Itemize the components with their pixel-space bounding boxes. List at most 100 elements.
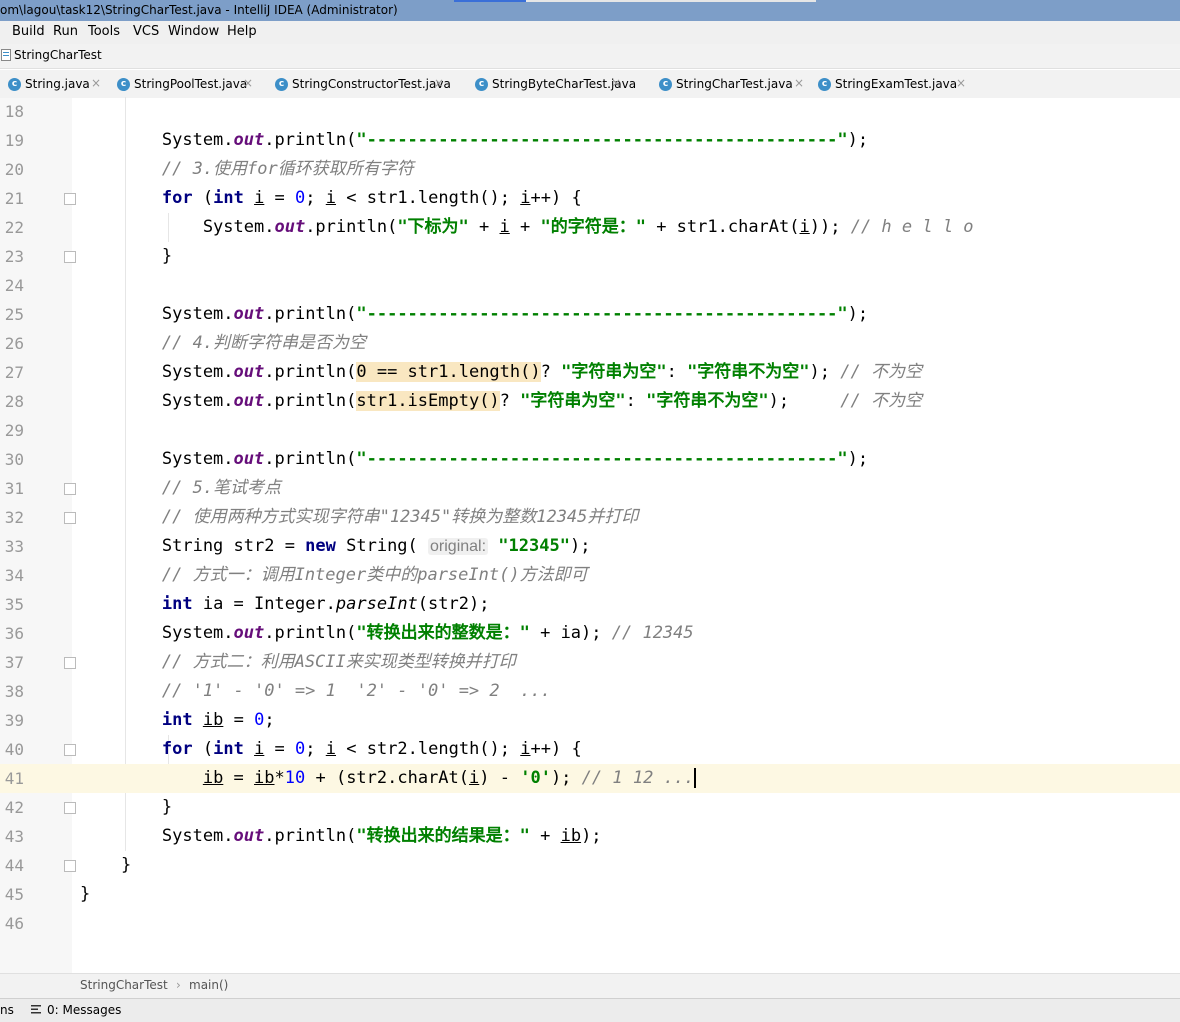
code-line[interactable]: 32 // 使用两种方式实现字符串"12345"转换为整数12345并打印 bbox=[0, 503, 1180, 532]
nav-class-label[interactable]: StringCharTest bbox=[14, 48, 102, 62]
code-line[interactable]: 28 System.out.println(str1.isEmpty()? "字… bbox=[0, 387, 1180, 416]
fold-marker-icon[interactable] bbox=[64, 657, 76, 669]
status-bar: ns 0: Messages bbox=[0, 998, 1180, 1022]
line-number[interactable]: 31 bbox=[0, 474, 24, 503]
tab-close-icon[interactable]: × bbox=[243, 76, 253, 90]
code-token: for bbox=[161, 188, 193, 208]
messages-tool-window-button[interactable]: 0: Messages bbox=[47, 1003, 121, 1017]
code-line[interactable]: 46 bbox=[0, 909, 1180, 938]
line-number[interactable]: 21 bbox=[0, 184, 24, 213]
code-text: for (int i = 0; i < str1.length(); i++) … bbox=[80, 184, 582, 213]
line-number[interactable]: 35 bbox=[0, 590, 24, 619]
menu-build[interactable]: Build bbox=[12, 24, 45, 39]
menu-tools[interactable]: Tools bbox=[88, 24, 120, 39]
code-line[interactable]: 26 // 4.判断字符串是否为空 bbox=[0, 329, 1180, 358]
line-number[interactable]: 41 bbox=[0, 764, 24, 793]
code-line[interactable]: 22 System.out.println("下标为" + i + "的字符是：… bbox=[0, 213, 1180, 242]
code-line[interactable]: 43 System.out.println("转换出来的结果是：" + ib); bbox=[0, 822, 1180, 851]
code-line[interactable]: 41 ib = ib*10 + (str2.charAt(i) - '0'); … bbox=[0, 764, 1180, 793]
fold-marker-icon[interactable] bbox=[64, 802, 76, 814]
fold-marker-icon[interactable] bbox=[64, 251, 76, 263]
line-number[interactable]: 30 bbox=[0, 445, 24, 474]
code-token: '0' bbox=[520, 768, 551, 788]
code-line[interactable]: 36 System.out.println("转换出来的整数是：" + ia);… bbox=[0, 619, 1180, 648]
code-line[interactable]: 30 System.out.println("-----------------… bbox=[0, 445, 1180, 474]
line-number[interactable]: 37 bbox=[0, 648, 24, 677]
code-line[interactable]: 34 // 方式一：调用Integer类中的parseInt()方法即可 bbox=[0, 561, 1180, 590]
code-line[interactable]: 45} bbox=[0, 880, 1180, 909]
code-token: i bbox=[254, 188, 265, 208]
menu-run[interactable]: Run bbox=[53, 24, 78, 39]
tab-close-icon[interactable]: × bbox=[611, 76, 621, 90]
line-number[interactable]: 32 bbox=[0, 503, 24, 532]
code-line[interactable]: 42 } bbox=[0, 793, 1180, 822]
tab-close-icon[interactable]: × bbox=[794, 76, 804, 90]
code-token: : bbox=[666, 362, 688, 382]
fold-marker-icon[interactable] bbox=[64, 483, 76, 495]
line-number[interactable]: 28 bbox=[0, 387, 24, 416]
line-number[interactable]: 22 bbox=[0, 213, 24, 242]
code-line[interactable]: 24 bbox=[0, 271, 1180, 300]
code-line[interactable]: 18 bbox=[0, 97, 1180, 126]
fold-marker-icon[interactable] bbox=[64, 512, 76, 524]
breadcrumb: StringCharTest › main() bbox=[0, 973, 1180, 998]
fold-marker-icon[interactable] bbox=[64, 193, 76, 205]
line-number[interactable]: 40 bbox=[0, 735, 24, 764]
code-line[interactable]: 19 System.out.println("-----------------… bbox=[0, 126, 1180, 155]
line-number[interactable]: 34 bbox=[0, 561, 24, 590]
line-number[interactable]: 26 bbox=[0, 329, 24, 358]
code-token: ); bbox=[847, 304, 869, 324]
code-token: + ia); bbox=[529, 623, 612, 643]
code-line[interactable]: 23 } bbox=[0, 242, 1180, 271]
code-line[interactable]: 35 int ia = Integer.parseInt(str2); bbox=[0, 590, 1180, 619]
code-token: String str2 = bbox=[80, 536, 306, 556]
line-number[interactable]: 19 bbox=[0, 126, 24, 155]
line-number[interactable]: 38 bbox=[0, 677, 24, 706]
menu-window[interactable]: Window bbox=[168, 24, 219, 39]
breadcrumb-class[interactable]: StringCharTest bbox=[80, 978, 168, 992]
code-line[interactable]: 38 // '1' - '0' => 1 '2' - '0' => 2 ... bbox=[0, 677, 1180, 706]
code-token: .println( bbox=[264, 362, 357, 382]
line-number[interactable]: 27 bbox=[0, 358, 24, 387]
menu-help[interactable]: Help bbox=[227, 24, 257, 39]
code-text: // '1' - '0' => 1 '2' - '0' => 2 ... bbox=[80, 677, 551, 706]
fold-marker-icon[interactable] bbox=[64, 860, 76, 872]
line-number[interactable]: 43 bbox=[0, 822, 24, 851]
code-line[interactable]: 39 int ib = 0; bbox=[0, 706, 1180, 735]
code-token: System. bbox=[80, 391, 234, 411]
fold-marker-icon[interactable] bbox=[64, 744, 76, 756]
code-line[interactable]: 31 // 5.笔试考点 bbox=[0, 474, 1180, 503]
code-editor[interactable]: 18 19 System.out.println("---------------… bbox=[0, 97, 1180, 973]
breadcrumb-method[interactable]: main() bbox=[189, 978, 228, 992]
tab-close-icon[interactable]: × bbox=[91, 76, 101, 90]
line-number[interactable]: 36 bbox=[0, 619, 24, 648]
code-line[interactable]: 25 System.out.println("-----------------… bbox=[0, 300, 1180, 329]
line-number[interactable]: 46 bbox=[0, 909, 24, 938]
line-number[interactable]: 23 bbox=[0, 242, 24, 271]
line-number[interactable]: 25 bbox=[0, 300, 24, 329]
line-number[interactable]: 45 bbox=[0, 880, 24, 909]
code-line[interactable]: 20 // 3.使用for循环获取所有字符 bbox=[0, 155, 1180, 184]
line-number[interactable]: 24 bbox=[0, 271, 24, 300]
code-line[interactable]: 21 for (int i = 0; i < str1.length(); i+… bbox=[0, 184, 1180, 213]
tab-close-icon[interactable]: × bbox=[956, 76, 966, 90]
code-line[interactable]: 44 } bbox=[0, 851, 1180, 880]
line-number[interactable]: 33 bbox=[0, 532, 24, 561]
line-number[interactable]: 39 bbox=[0, 706, 24, 735]
code-line[interactable]: 27 System.out.println(0 == str1.length()… bbox=[0, 358, 1180, 387]
code-token: ); bbox=[768, 391, 841, 411]
code-token: .println( bbox=[264, 304, 357, 324]
code-token: System. bbox=[80, 304, 234, 324]
menu-vcs[interactable]: VCS bbox=[133, 24, 159, 39]
line-number[interactable]: 42 bbox=[0, 793, 24, 822]
tab-close-icon[interactable]: × bbox=[434, 76, 444, 90]
line-number[interactable]: 20 bbox=[0, 155, 24, 184]
code-line[interactable]: 33 String str2 = new String( original: "… bbox=[0, 532, 1180, 561]
code-line[interactable]: 40 for (int i = 0; i < str2.length(); i+… bbox=[0, 735, 1180, 764]
line-number[interactable]: 18 bbox=[0, 97, 24, 126]
code-line[interactable]: 37 // 方式二：利用ASCII来实现类型转换并打印 bbox=[0, 648, 1180, 677]
code-text: System.out.println("转换出来的结果是：" + ib); bbox=[80, 822, 602, 851]
line-number[interactable]: 44 bbox=[0, 851, 24, 880]
code-line[interactable]: 29 bbox=[0, 416, 1180, 445]
line-number[interactable]: 29 bbox=[0, 416, 24, 445]
